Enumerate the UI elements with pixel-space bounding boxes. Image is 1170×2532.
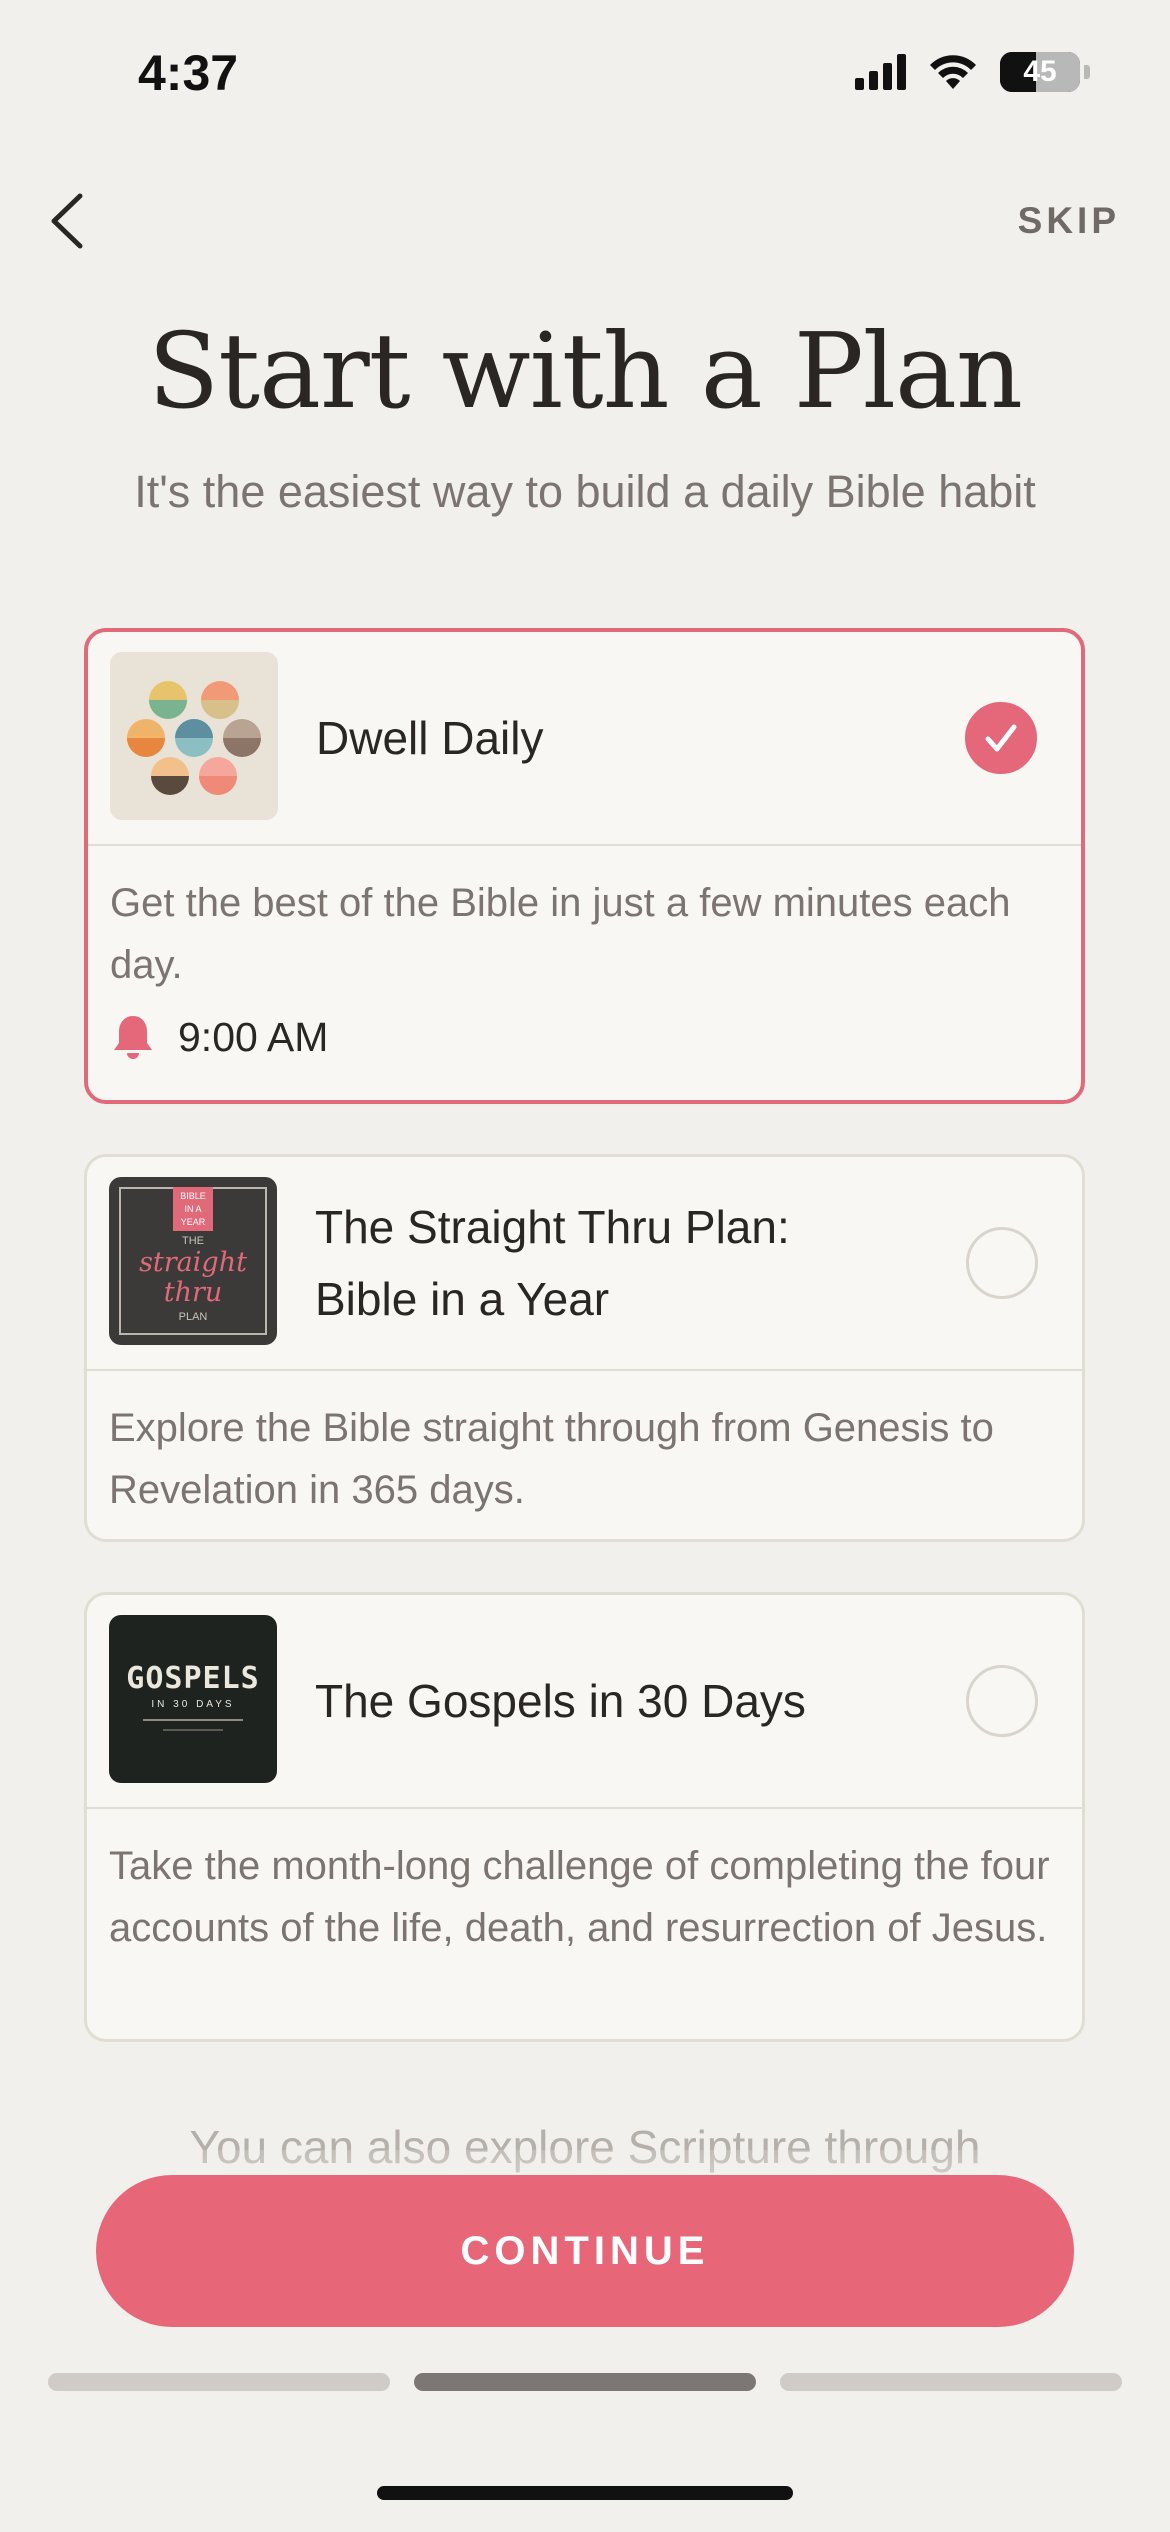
bible-in-a-year-badge: BIBLE IN A YEAR — [173, 1187, 213, 1231]
plan-description: Get the best of the Bible in just a few … — [110, 881, 1011, 987]
plan-card-header: BIBLE IN A YEAR THE straight thru PLAN T… — [87, 1157, 1082, 1371]
onboarding-progress — [48, 2373, 1122, 2391]
plan-card-straight-thru[interactable]: BIBLE IN A YEAR THE straight thru PLAN T… — [84, 1154, 1085, 1542]
plan-description: Take the month-long challenge of complet… — [109, 1844, 1050, 1950]
plan-card-dwell-daily[interactable]: Dwell Daily Get the best of the Bible in… — [84, 628, 1085, 1104]
plan-radio[interactable] — [966, 1665, 1038, 1737]
battery-tip — [1084, 65, 1090, 79]
plan-title: The Gospels in 30 Days — [315, 1675, 806, 1727]
plan-radio[interactable] — [966, 1227, 1038, 1299]
progress-step-3 — [780, 2373, 1122, 2391]
reminder-row[interactable]: 9:00 AM — [88, 996, 1081, 1062]
progress-step-1 — [48, 2373, 390, 2391]
cellular-signal-icon — [855, 54, 906, 90]
back-button[interactable] — [40, 186, 100, 256]
dwell-daily-artwork — [110, 652, 278, 820]
straight-thru-thumbnail: BIBLE IN A YEAR THE straight thru PLAN — [109, 1177, 277, 1345]
plan-card-header: Dwell Daily — [88, 632, 1081, 846]
plan-title: Dwell Daily — [316, 712, 544, 764]
page-title: Start with a Plan — [147, 310, 1023, 432]
wifi-icon — [930, 55, 976, 89]
gospels-thumbnail: GOSPELS IN 30 DAYS — [109, 1615, 277, 1783]
status-time: 4:37 — [138, 45, 239, 101]
plan-radio-selected[interactable] — [965, 702, 1037, 774]
page-subtitle: It's the easiest way to build a daily Bi… — [134, 466, 1036, 517]
checkmark-icon — [985, 724, 1017, 752]
plan-description: Explore the Bible straight through from … — [109, 1406, 994, 1512]
dwell-daily-thumbnail — [110, 652, 278, 820]
plan-title: The Straight Thru Plan: Bible in a Year — [315, 1201, 790, 1325]
battery-percent: 45 — [1023, 55, 1057, 88]
home-indicator — [377, 2486, 793, 2500]
screen: 4:37 45 SKIP Start with a Plan It's the … — [0, 0, 1170, 2532]
chevron-left-icon — [51, 193, 83, 249]
progress-step-2 — [414, 2373, 756, 2391]
reminder-time: 9:00 AM — [178, 1013, 329, 1060]
battery-icon: 45 — [1000, 52, 1080, 92]
bell-icon — [114, 1016, 152, 1059]
plan-card-gospels[interactable]: GOSPELS IN 30 DAYS The Gospels in 30 Day… — [84, 1592, 1085, 2042]
status-icons: 45 — [855, 52, 1090, 92]
continue-button[interactable]: CONTINUE — [96, 2175, 1074, 2327]
plan-card-header: GOSPELS IN 30 DAYS The Gospels in 30 Day… — [87, 1595, 1082, 1809]
skip-button[interactable]: SKIP — [1018, 200, 1120, 242]
